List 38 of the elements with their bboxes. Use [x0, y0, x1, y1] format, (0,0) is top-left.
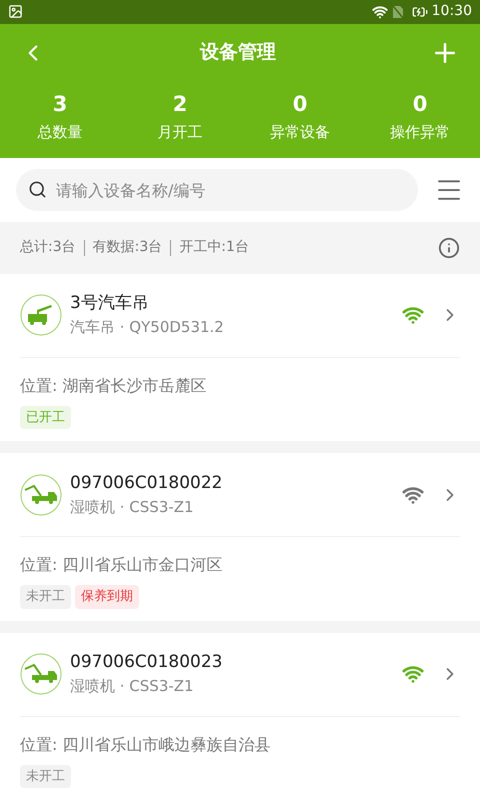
status-tag: 保养到期: [75, 585, 139, 608]
sprayer-truck-icon: [20, 474, 62, 516]
no-sim-icon: [392, 4, 404, 19]
stat-label: 月开工: [158, 122, 202, 143]
device-name: 3号汽车吊: [70, 292, 150, 315]
sprayer-truck-icon: [20, 653, 62, 695]
stat-label: 操作异常: [390, 122, 450, 143]
info-icon[interactable]: [438, 236, 460, 259]
search-field[interactable]: 请输入设备名称/编号: [16, 169, 418, 211]
device-location: 位置: 四川省乐山市金口河区: [20, 554, 224, 576]
stat-value: 0: [292, 90, 308, 118]
crane-truck-icon: [20, 294, 62, 336]
device-name: 097006C0180022: [70, 472, 224, 494]
stat-value: 0: [412, 90, 428, 118]
device-location: 位置: 四川省乐山市峨边彝族自治县: [20, 734, 272, 756]
summary-text: 有数据:3台: [92, 238, 162, 258]
status-tag: 未开工: [20, 585, 71, 608]
stat-label: 异常设备: [270, 122, 330, 143]
device-name: 097006C0180023: [70, 651, 224, 674]
page-title: 设备管理: [200, 40, 276, 66]
clock: 10:30: [432, 2, 472, 22]
status-tag: 未开工: [20, 764, 71, 788]
device-model: 汽车吊 · QY50D531.2: [70, 317, 225, 338]
device-location: 位置: 湖南省长沙市岳麓区: [20, 374, 208, 396]
stat-value: 3: [52, 90, 68, 118]
summary-text: 开工中:1台: [179, 238, 249, 258]
stat-label: 总数量: [38, 122, 82, 143]
device-model: 湿喷机 · CSS3-Z1: [70, 496, 195, 518]
status-tag: 已开工: [20, 406, 71, 429]
summary-text: 总计:3台: [20, 238, 76, 258]
device-card[interactable]: 097006C0180022 湿喷机 · CSS3-Z1 位置: 四川省乐山市金口河区 未开工 保养到期: [0, 453, 480, 620]
device-card[interactable]: 3号汽车吊 汽车吊 · QY50D531.2 位置: 湖南省长沙市岳麓区 已开工: [0, 274, 480, 441]
image-icon: [8, 4, 23, 20]
search-icon: [28, 180, 47, 199]
wifi-icon: [372, 4, 388, 20]
stat-value: 2: [172, 90, 188, 118]
device-card[interactable]: 097006C0180023 湿喷机 · CSS3-Z1 位置: 四川省乐山市峨边彝族自治县 未开工: [0, 632, 480, 800]
device-model: 湿喷机 · CSS3-Z1: [70, 676, 195, 697]
